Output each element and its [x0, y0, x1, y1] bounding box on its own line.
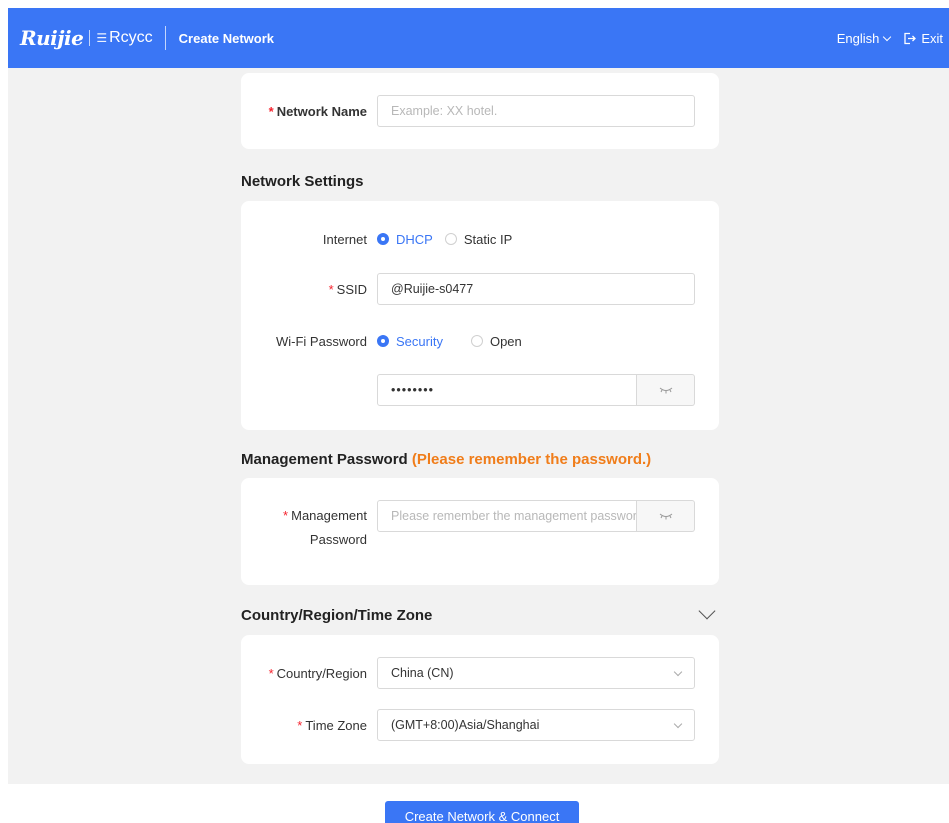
- network-name-placeholder: Example: XX hotel.: [391, 104, 498, 118]
- content-area: * Network Name Example: XX hotel. Network…: [8, 68, 949, 784]
- chevron-down-icon: [883, 32, 892, 41]
- wifi-security-radio[interactable]: Security: [377, 334, 443, 349]
- show-management-password-button[interactable]: [637, 500, 695, 532]
- network-name-row: * Network Name Example: XX hotel.: [241, 95, 719, 127]
- wifi-password-input[interactable]: ••••••••: [377, 374, 637, 406]
- collapse-chevron-icon[interactable]: [698, 602, 716, 620]
- chevron-down-icon: [673, 667, 683, 676]
- language-selector[interactable]: English: [836, 30, 892, 46]
- internet-row: Internet DHCP Static IP: [241, 227, 719, 251]
- reyee-mark-icon: ☰: [96, 31, 108, 45]
- country-row: * Country/Region China (CN): [241, 657, 719, 689]
- exit-button[interactable]: Exit: [903, 31, 943, 46]
- management-password-title: Management Password (Please remember the…: [241, 451, 651, 468]
- radio-dot: [377, 233, 389, 245]
- region-section-title: Country/Region/Time Zone: [241, 607, 433, 624]
- country-label-text: Country/Region: [276, 665, 367, 681]
- reyee-logo: ☰ Rcycc: [96, 29, 152, 47]
- ssid-input[interactable]: @Ruijie-s0477: [377, 273, 695, 305]
- internet-label: Internet: [322, 231, 367, 247]
- radio-dot: [470, 335, 483, 347]
- exit-icon: [904, 32, 917, 44]
- show-wifi-password-button[interactable]: [637, 374, 695, 406]
- internet-dhcp-radio[interactable]: DHCP: [377, 232, 433, 247]
- header-actions: English Exit: [837, 31, 943, 46]
- timezone-label: * Time Zone: [241, 718, 377, 733]
- wifi-password-input-row: ••••••••: [241, 374, 719, 406]
- management-password-card: * Management Password Please remember the…: [241, 478, 719, 585]
- ruijie-logo: Ruijie: [20, 26, 84, 50]
- country-label: * Country/Region: [241, 666, 377, 681]
- network-settings-card: Internet DHCP Static IP * SSID @Ruijie-s0…: [241, 201, 719, 430]
- timezone-value: (GMT+8:00)Asia/Shanghai: [391, 718, 540, 732]
- wifi-password-group: ••••••••: [377, 374, 695, 406]
- ssid-label: * SSID: [241, 282, 377, 297]
- ssid-row: * SSID @Ruijie-s0477: [241, 273, 719, 305]
- chevron-down-icon: [673, 719, 683, 728]
- country-select[interactable]: China (CN): [377, 657, 695, 689]
- reyee-logo-text: Rcycc: [109, 29, 153, 46]
- radio-dot: [377, 335, 389, 347]
- required-marker: *: [297, 717, 303, 733]
- management-password-row: * Management Password Please remember the…: [241, 500, 719, 548]
- network-name-card: * Network Name Example: XX hotel.: [241, 73, 719, 149]
- wifi-password-label: Wi-Fi Password: [275, 333, 367, 349]
- management-password-label: * Management Password: [241, 500, 377, 548]
- network-settings-title: Network Settings: [241, 173, 364, 190]
- wifi-password-value: ••••••••: [391, 383, 435, 397]
- header-divider: [164, 26, 166, 50]
- management-password-input[interactable]: Please remember the management password.: [377, 500, 637, 532]
- network-name-label: * Network Name: [241, 104, 377, 119]
- timezone-row: * Time Zone (GMT+8:00)Asia/Shanghai: [241, 709, 719, 741]
- radio-label-open: Open: [489, 333, 522, 349]
- management-title-text: Management Password: [241, 451, 408, 468]
- region-card: * Country/Region China (CN) * Time Zone (G…: [241, 635, 719, 764]
- wifi-password-row: Wi-Fi Password Security Open: [241, 329, 719, 353]
- management-password-group: Please remember the management password.: [377, 500, 695, 532]
- required-marker: *: [283, 508, 289, 523]
- management-warning-text: (Please remember the password.): [411, 451, 652, 468]
- page-title: Create Network: [178, 30, 275, 46]
- radio-dot: [444, 233, 457, 245]
- management-password-placeholder: Please remember the management password.: [391, 509, 637, 523]
- radio-label-static-ip: Static IP: [463, 231, 513, 247]
- network-name-label-text: Network Name: [276, 103, 367, 119]
- timezone-label-text: Time Zone: [305, 717, 367, 733]
- language-label: English: [836, 30, 880, 46]
- radio-label-security: Security: [396, 333, 443, 349]
- country-value: China (CN): [391, 666, 454, 680]
- internet-static-ip-radio[interactable]: Static IP: [444, 231, 513, 247]
- exit-label: Exit: [921, 30, 943, 46]
- network-name-input[interactable]: Example: XX hotel.: [377, 95, 695, 127]
- top-header: Ruijie ☰ Rcycc Create Network English Ex…: [8, 8, 949, 68]
- wifi-open-radio[interactable]: Open: [470, 333, 522, 349]
- radio-label-dhcp: DHCP: [396, 231, 433, 247]
- ssid-label-text: SSID: [336, 281, 367, 297]
- management-label-line1: Management: [291, 508, 367, 523]
- required-marker: *: [328, 281, 334, 297]
- ssid-value: @Ruijie-s0477: [391, 282, 474, 296]
- eye-closed-icon: [659, 387, 672, 394]
- create-network-connect-button[interactable]: Create Network & Connect: [385, 801, 579, 823]
- logo-separator: [89, 30, 91, 46]
- required-marker: *: [268, 103, 274, 119]
- eye-closed-icon: [659, 513, 672, 520]
- required-marker: *: [268, 665, 274, 681]
- timezone-select[interactable]: (GMT+8:00)Asia/Shanghai: [377, 709, 695, 741]
- management-label-line2: Password: [309, 532, 367, 547]
